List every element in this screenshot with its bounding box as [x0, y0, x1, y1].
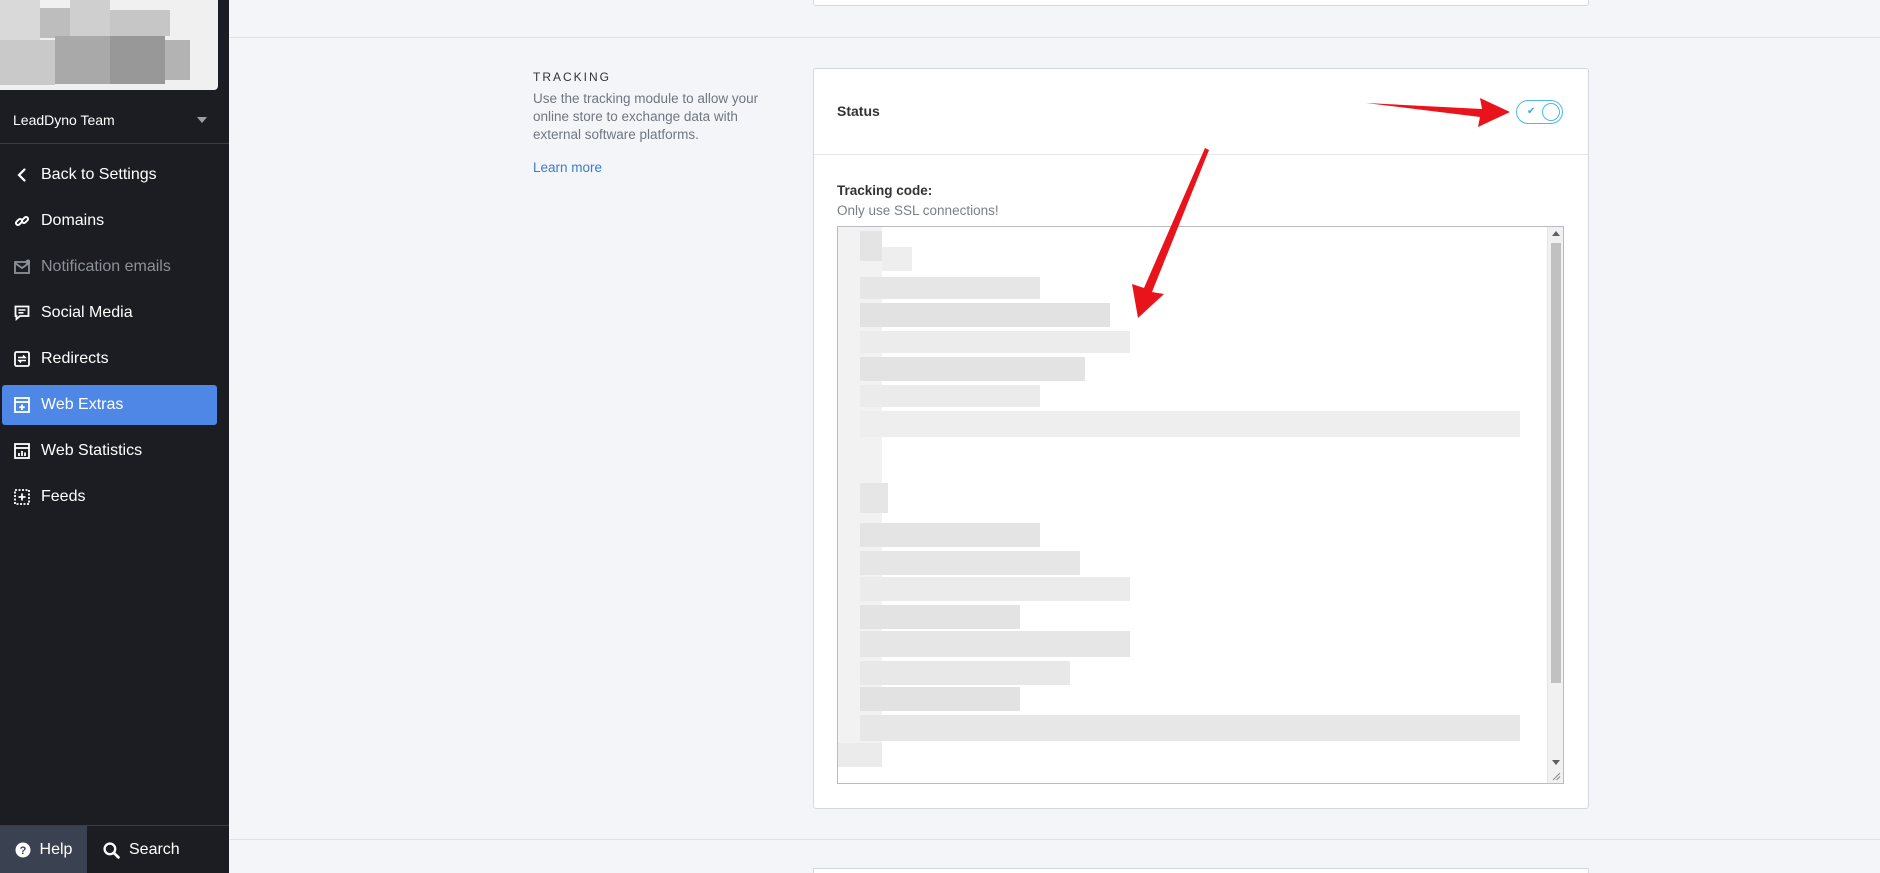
main-content: TRACKING Use the tracking module to allo… — [229, 0, 1880, 873]
chevron-left-icon — [13, 166, 31, 184]
sidebar: LeadDyno Team Back to Settings Domains N… — [0, 0, 229, 873]
scrollbar-thumb[interactable] — [1551, 243, 1561, 683]
sidebar-item-web-extras[interactable]: Web Extras — [2, 385, 217, 425]
check-icon: ✔ — [1527, 106, 1536, 117]
learn-more-link[interactable]: Learn more — [533, 160, 602, 175]
help-icon: ? — [15, 842, 31, 858]
account-logo[interactable] — [0, 0, 218, 90]
team-switcher[interactable]: LeadDyno Team — [0, 96, 229, 144]
feeds-icon — [13, 488, 31, 506]
tracking-card: Status ✔ Tracking code: Only use SSL con… — [813, 68, 1589, 809]
toggle-knob — [1542, 103, 1560, 121]
envelope-icon — [13, 258, 31, 276]
redirect-icon — [13, 350, 31, 368]
link-icon — [13, 212, 31, 230]
team-name: LeadDyno Team — [13, 111, 115, 128]
chat-icon — [13, 304, 31, 322]
section-divider-bottom — [229, 839, 1880, 840]
sidebar-item-domains[interactable]: Domains — [2, 201, 217, 241]
resize-handle-icon[interactable] — [1551, 771, 1561, 781]
sidebar-item-feeds[interactable]: Feeds — [2, 477, 217, 517]
sidebar-item-social-media[interactable]: Social Media — [2, 293, 217, 333]
scroll-down-icon[interactable] — [1552, 760, 1560, 765]
sidebar-item-back-to-settings[interactable]: Back to Settings — [2, 155, 217, 195]
scroll-up-icon[interactable] — [1552, 231, 1560, 236]
settings-nav: Back to Settings Domains Notification em… — [0, 155, 229, 523]
caret-down-icon — [197, 117, 207, 123]
previous-section-card — [813, 0, 1589, 6]
tracking-code-section: Tracking code: Only use SSL connections! — [814, 155, 1588, 218]
sidebar-item-web-statistics[interactable]: Web Statistics — [2, 431, 217, 471]
status-label: Status — [837, 103, 880, 119]
search-button[interactable]: Search — [87, 826, 229, 873]
svg-text:?: ? — [19, 845, 26, 857]
textarea-scrollbar[interactable] — [1547, 227, 1563, 783]
status-row: Status ✔ — [814, 69, 1588, 155]
stats-icon — [13, 442, 31, 460]
tracking-code-textarea[interactable] — [837, 226, 1564, 784]
section-description: Use the tracking module to allow your on… — [533, 91, 759, 142]
tracking-code-hint: Only use SSL connections! — [837, 203, 999, 218]
search-icon — [103, 841, 120, 859]
sidebar-item-redirects[interactable]: Redirects — [2, 339, 217, 379]
section-divider-top — [229, 37, 1880, 38]
web-extras-icon — [13, 396, 31, 414]
sidebar-footer: ? Help Search — [0, 825, 229, 873]
sidebar-item-notification-emails[interactable]: Notification emails — [2, 247, 217, 287]
next-section-card — [813, 868, 1589, 873]
tracking-code-label: Tracking code: — [837, 183, 933, 198]
tracking-section-intro: TRACKING Use the tracking module to allo… — [533, 70, 773, 177]
status-toggle[interactable]: ✔ — [1516, 100, 1563, 124]
help-button[interactable]: ? Help — [0, 826, 87, 873]
section-title: TRACKING — [533, 70, 612, 84]
